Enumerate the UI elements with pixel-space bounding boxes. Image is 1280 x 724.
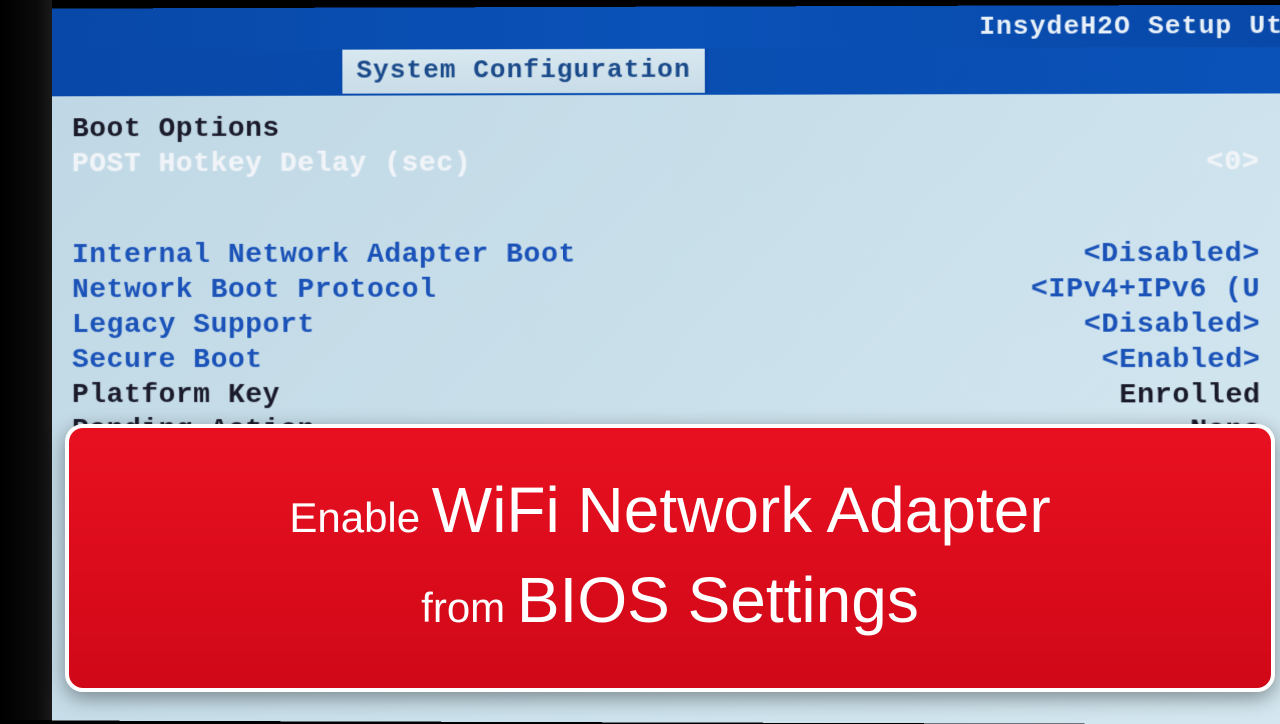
banner-pre2: from [421,584,517,631]
label-internal-network-adapter: Internal Network Adapter Boot [72,239,1007,271]
label-post-hotkey-delay: POST Hotkey Delay (sec) [72,147,1007,180]
label-legacy-support: Legacy Support [72,310,1008,341]
monitor-bezel [0,0,52,720]
banner-big2: BIOS Settings [517,564,919,636]
bios-title-bar: InsydeH2O Setup Ut [52,5,1280,51]
row-boot-options: Boot Options [72,112,1272,146]
row-legacy-support[interactable]: Legacy Support <Disabled> [72,309,1273,341]
row-secure-boot[interactable]: Secure Boot <Enabled> [72,345,1273,376]
value-platform-key: Enrolled [1008,380,1273,411]
value-legacy-support[interactable]: <Disabled> [1008,309,1273,340]
value-internal-network-adapter[interactable]: <Disabled> [1007,239,1272,271]
value-post-hotkey-delay[interactable]: <0> [1007,147,1272,179]
spacer [72,182,1272,240]
banner-line-2: from BIOS Settings [99,560,1241,640]
label-secure-boot: Secure Boot [72,345,1008,376]
value-boot-options [1007,127,1272,128]
value-network-boot-protocol[interactable]: <IPv4+IPv6 (U [1007,274,1272,305]
value-secure-boot[interactable]: <Enabled> [1008,345,1273,376]
label-network-boot-protocol: Network Boot Protocol [72,274,1008,306]
row-post-hotkey-delay[interactable]: POST Hotkey Delay (sec) <0> [72,147,1272,180]
tab-system-configuration[interactable]: System Configuration [342,49,708,94]
row-platform-key: Platform Key Enrolled [72,380,1273,412]
overlay-banner: Enable WiFi Network Adapter from BIOS Se… [65,424,1275,692]
banner-pre1: Enable [289,494,431,541]
banner-big1: WiFi Network Adapter [432,474,1051,546]
bios-utility-title: InsydeH2O Setup Ut [979,11,1280,42]
banner-line-1: Enable WiFi Network Adapter [99,470,1241,550]
label-boot-options: Boot Options [72,112,1007,145]
bios-tab-bar[interactable]: System Configuration [52,47,1280,96]
row-network-boot-protocol[interactable]: Network Boot Protocol <IPv4+IPv6 (U [72,274,1272,306]
label-platform-key: Platform Key [72,380,1008,411]
row-internal-network-adapter-boot[interactable]: Internal Network Adapter Boot <Disabled> [72,239,1272,271]
